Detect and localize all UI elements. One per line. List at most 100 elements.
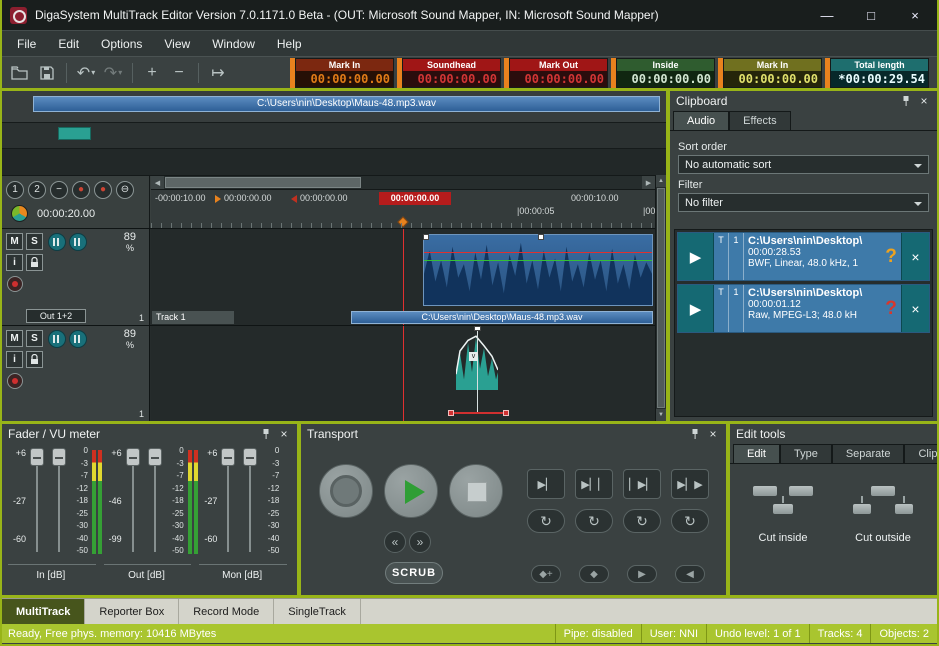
vscroll-thumb[interactable] — [657, 188, 665, 408]
zoom-out-button[interactable]: − — [167, 61, 191, 85]
record-indicator-button[interactable]: ● — [72, 181, 90, 199]
mark-in-flag-icon[interactable] — [215, 195, 221, 203]
play-item-button[interactable]: ▶ — [678, 233, 714, 280]
fader-thumb[interactable] — [52, 448, 66, 466]
layout-1-track-button[interactable]: 1 — [6, 181, 24, 199]
zoom-in-button[interactable]: + — [140, 61, 164, 85]
play-from-mark-button[interactable]: ▶▏▶ — [671, 469, 709, 499]
play-to-mark-button[interactable]: ▶▏ — [527, 469, 565, 499]
sort-order-select[interactable]: No automatic sort — [678, 155, 929, 174]
tab-reporter-box[interactable]: Reporter Box — [85, 599, 179, 624]
goto-marker-button[interactable]: ↦ — [206, 61, 230, 85]
clip-handle[interactable] — [423, 234, 429, 240]
timeline-hscrollbar[interactable]: ◀ ▶ — [151, 176, 655, 190]
save-icon[interactable] — [35, 61, 59, 85]
record-arm-button[interactable] — [7, 276, 23, 292]
close-panel-icon[interactable]: × — [706, 427, 720, 441]
tab-edit[interactable]: Edit — [733, 444, 780, 463]
selection-handle[interactable] — [448, 410, 454, 416]
solo-button[interactable]: S — [26, 233, 43, 250]
menu-edit[interactable]: Edit — [47, 31, 90, 56]
layout-2-tracks-button[interactable]: 2 — [28, 181, 46, 199]
play-selection-button[interactable]: ▏▶▏ — [623, 469, 661, 499]
solo-button[interactable]: S — [26, 330, 43, 347]
fader-slider[interactable] — [243, 448, 257, 554]
fader-slider[interactable] — [30, 448, 44, 554]
menu-options[interactable]: Options — [90, 31, 153, 56]
hscroll-thumb[interactable] — [165, 177, 361, 188]
tab-audio[interactable]: Audio — [673, 111, 729, 130]
tab-type[interactable]: Type — [780, 444, 832, 463]
lock-button[interactable] — [26, 254, 43, 271]
filter-select[interactable]: No filter — [678, 193, 929, 212]
undo-button[interactable]: ↶▾ — [74, 61, 98, 85]
pin-icon[interactable] — [690, 428, 700, 440]
info-button[interactable]: i — [6, 351, 23, 368]
loop-button[interactable]: ↻ — [671, 509, 709, 533]
lock-button[interactable] — [26, 351, 43, 368]
fader-thumb[interactable] — [221, 448, 235, 466]
menu-file[interactable]: File — [6, 31, 47, 56]
record-button[interactable] — [319, 464, 373, 518]
menu-view[interactable]: View — [153, 31, 201, 56]
remove-item-button[interactable]: × — [901, 285, 929, 332]
menu-help[interactable]: Help — [266, 31, 313, 56]
fader-thumb[interactable] — [148, 448, 162, 466]
meter-icon-button[interactable] — [48, 233, 66, 251]
rewind-button[interactable]: « — [384, 531, 406, 553]
next-marker-button[interactable]: ▶ — [627, 565, 657, 583]
pin-icon[interactable] — [901, 95, 911, 107]
record-indicator-button[interactable]: ● — [94, 181, 112, 199]
collapse-tracks-button[interactable]: − — [50, 181, 68, 199]
record-arm-button[interactable] — [7, 373, 23, 389]
play-over-mark-button[interactable]: ▶▏▏ — [575, 469, 613, 499]
tab-effects[interactable]: Effects — [729, 111, 790, 130]
goto-marker-button[interactable]: ◆ — [579, 565, 609, 583]
play-button[interactable] — [384, 464, 438, 518]
fader-thumb[interactable] — [243, 448, 257, 466]
overview-clip-segment[interactable] — [58, 127, 91, 140]
scrub-button[interactable]: SCRUB — [385, 562, 443, 584]
clip-file-bar[interactable]: C:\Users\nin\Desktop\Maus-48.mp3.wav — [351, 311, 653, 324]
stop-button[interactable] — [449, 464, 503, 518]
tab-clip[interactable]: Clip & I — [904, 444, 937, 463]
clipboard-item[interactable]: ▶ T 1 C:\Users\nin\Desktop\ 00:00:28.53 … — [677, 232, 930, 281]
cut-outside-button[interactable]: Cut outside — [836, 476, 930, 544]
crosshair-line[interactable] — [477, 326, 478, 413]
close-panel-icon[interactable]: × — [277, 427, 291, 441]
mute-button[interactable]: M — [6, 233, 23, 250]
scroll-down-arrow[interactable]: ▼ — [656, 409, 666, 421]
pan-envelope-line[interactable] — [424, 260, 652, 261]
loop-button[interactable]: ↻ — [575, 509, 613, 533]
tab-record-mode[interactable]: Record Mode — [179, 599, 274, 624]
track-lane[interactable]: v — [151, 326, 655, 421]
mark-out-flag-icon[interactable] — [291, 195, 297, 203]
minimize-button[interactable]: — — [805, 0, 849, 30]
menu-window[interactable]: Window — [201, 31, 266, 56]
info-button[interactable]: i — [6, 254, 23, 271]
fader-thumb[interactable] — [30, 448, 44, 466]
tracks-vscrollbar[interactable]: ▲ ▼ — [655, 175, 666, 421]
envelope-marker[interactable]: v — [469, 352, 478, 361]
volume-envelope-line[interactable] — [424, 252, 652, 253]
fader-slider[interactable] — [52, 448, 66, 554]
remove-track-button[interactable]: ⊖ — [116, 181, 134, 199]
selection-handle[interactable] — [503, 410, 509, 416]
output-select[interactable]: Out 1+2 — [26, 309, 86, 323]
scroll-right-arrow[interactable]: ▶ — [642, 176, 655, 189]
scroll-left-arrow[interactable]: ◀ — [151, 176, 164, 189]
maximize-button[interactable]: □ — [849, 0, 893, 30]
close-panel-icon[interactable]: × — [917, 94, 931, 108]
prev-marker-button[interactable]: ◀ — [675, 565, 705, 583]
display-mode-icon[interactable] — [11, 205, 28, 222]
tab-separate[interactable]: Separate — [832, 444, 905, 463]
playhead-time-box[interactable]: 00:00:00.00 — [379, 192, 451, 205]
overview-file-bar[interactable]: C:\Users\nin\Desktop\Maus-48.mp3.wav — [33, 96, 660, 112]
fader-slider[interactable] — [221, 448, 235, 554]
mute-button[interactable]: M — [6, 330, 23, 347]
meter-icon-button[interactable] — [69, 233, 87, 251]
fader-slider[interactable] — [126, 448, 140, 554]
loop-button[interactable]: ↻ — [527, 509, 565, 533]
loop-button[interactable]: ↻ — [623, 509, 661, 533]
meter-icon-button[interactable] — [69, 330, 87, 348]
